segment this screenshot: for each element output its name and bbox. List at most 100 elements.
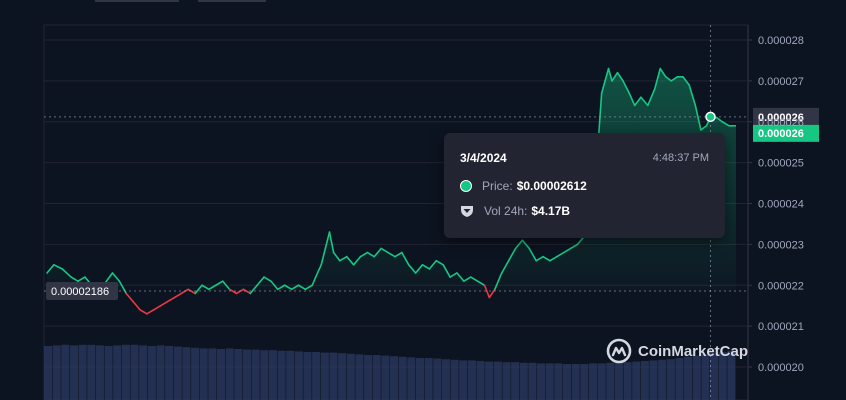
volume-bar — [588, 363, 597, 400]
volume-bar — [415, 358, 424, 400]
volume-bar — [675, 358, 684, 400]
current-price-label: 0.000026 — [758, 128, 804, 140]
price-tooltip: 3/4/2024 4:48:37 PM Price: $0.00002612 V… — [444, 133, 725, 238]
volume-bar — [441, 359, 450, 400]
volume-bar — [320, 352, 329, 400]
volume-bar — [476, 361, 485, 400]
volume-bar — [597, 363, 606, 400]
coinmarketcap-logo-icon — [606, 338, 632, 364]
price-segment — [125, 292, 134, 303]
volume-bar — [545, 363, 554, 400]
volume-bar — [398, 356, 407, 400]
volume-bar — [606, 362, 615, 400]
volume-bar — [44, 346, 53, 400]
volume-bar — [251, 349, 260, 400]
tooltip-volume-row: Vol 24h: $4.17B — [460, 204, 570, 218]
volume-bar — [554, 363, 563, 400]
y-tick-label: 0.000022 — [758, 280, 804, 292]
volume-bar — [381, 355, 390, 400]
volume-shield-icon — [461, 206, 473, 217]
volume-bar — [511, 362, 520, 400]
volume-bar — [130, 344, 139, 400]
watermark-text: CoinMarketCap — [638, 342, 749, 360]
volume-bar — [191, 347, 200, 400]
y-tick-label: 0.000023 — [758, 239, 804, 251]
y-tick-label: 0.000028 — [758, 35, 804, 47]
volume-bar — [61, 344, 70, 400]
volume-bar — [69, 345, 78, 400]
volume-bar — [338, 353, 347, 400]
volume-bar — [52, 345, 61, 400]
tooltip-price-label: Price: — [482, 179, 513, 193]
tooltip-volume-label: Vol 24h: — [484, 204, 528, 218]
volume-bar — [433, 358, 442, 400]
volume-bar — [424, 358, 433, 400]
price-segment — [173, 292, 183, 299]
tooltip-price-value: $0.00002612 — [516, 179, 587, 193]
volume-bar — [614, 362, 623, 400]
y-tick-label: 0.000025 — [758, 158, 804, 170]
volume-bar — [182, 347, 191, 400]
price-segment — [139, 308, 148, 315]
volume-bar — [390, 356, 399, 400]
volume-bar — [346, 353, 355, 400]
volume-bar — [580, 364, 589, 400]
volume-bar — [121, 344, 130, 400]
volume-bar — [364, 355, 373, 400]
price-dot-icon — [460, 180, 472, 192]
y-tick-label: 0.000026 — [758, 117, 804, 129]
volume-bar — [493, 361, 502, 400]
volume-bar — [450, 359, 459, 400]
volume-bar — [623, 362, 632, 400]
volume-bar — [519, 362, 528, 400]
volume-bar — [156, 345, 165, 400]
volume-bar — [467, 360, 476, 400]
tooltip-volume-value: $4.17B — [531, 204, 571, 218]
volume-bar — [485, 361, 494, 400]
reference-price-label: 0.00002186 — [51, 286, 109, 298]
crosshair-dot — [705, 111, 716, 123]
volume-bar — [537, 363, 546, 400]
volume-bar — [649, 360, 658, 400]
volume-bar — [286, 350, 295, 400]
volume-bar — [113, 345, 122, 400]
volume-bar — [208, 348, 217, 400]
volume-bar — [277, 350, 286, 400]
volume-bar — [199, 348, 208, 400]
tooltip-time: 4:48:37 PM — [652, 152, 709, 164]
volume-bar — [234, 349, 243, 400]
volume-bar — [459, 360, 468, 400]
volume-bar — [528, 362, 537, 400]
y-axis-labels: 0.000028 0.000027 0.000026 0.000025 0.000024… — [758, 35, 804, 374]
volume-bar — [329, 352, 338, 400]
y-tick-label: 0.000027 — [758, 76, 804, 88]
volume-bar — [407, 357, 416, 400]
volume-bar — [372, 355, 381, 400]
y-tick-label: 0.000020 — [758, 362, 804, 374]
volume-bar — [78, 344, 87, 400]
volume-bar — [139, 345, 148, 400]
volume-bar — [217, 349, 226, 400]
volume-bar — [242, 349, 251, 400]
volume-bar — [571, 364, 580, 400]
price-segment — [159, 300, 169, 307]
y-tick-label: 0.000021 — [758, 321, 804, 333]
volume-bar — [268, 350, 277, 400]
volume-bar — [104, 346, 113, 400]
volume-bar — [312, 352, 321, 400]
volume-bar — [87, 344, 96, 400]
volume-bar — [225, 348, 234, 400]
volume-bar — [355, 354, 364, 400]
volume-bar — [502, 362, 511, 400]
tooltip-price-row: Price: $0.00002612 — [460, 179, 587, 193]
volume-bar — [173, 346, 182, 400]
volume-bar — [165, 346, 174, 400]
volume-bar — [666, 359, 675, 400]
watermark: CoinMarketCap — [606, 338, 748, 364]
volume-bar — [303, 352, 312, 400]
tooltip-date: 3/4/2024 — [460, 151, 507, 165]
volume-bar — [658, 359, 667, 400]
price-segment — [146, 308, 155, 315]
price-segment — [132, 300, 141, 311]
volume-bar — [563, 364, 572, 400]
